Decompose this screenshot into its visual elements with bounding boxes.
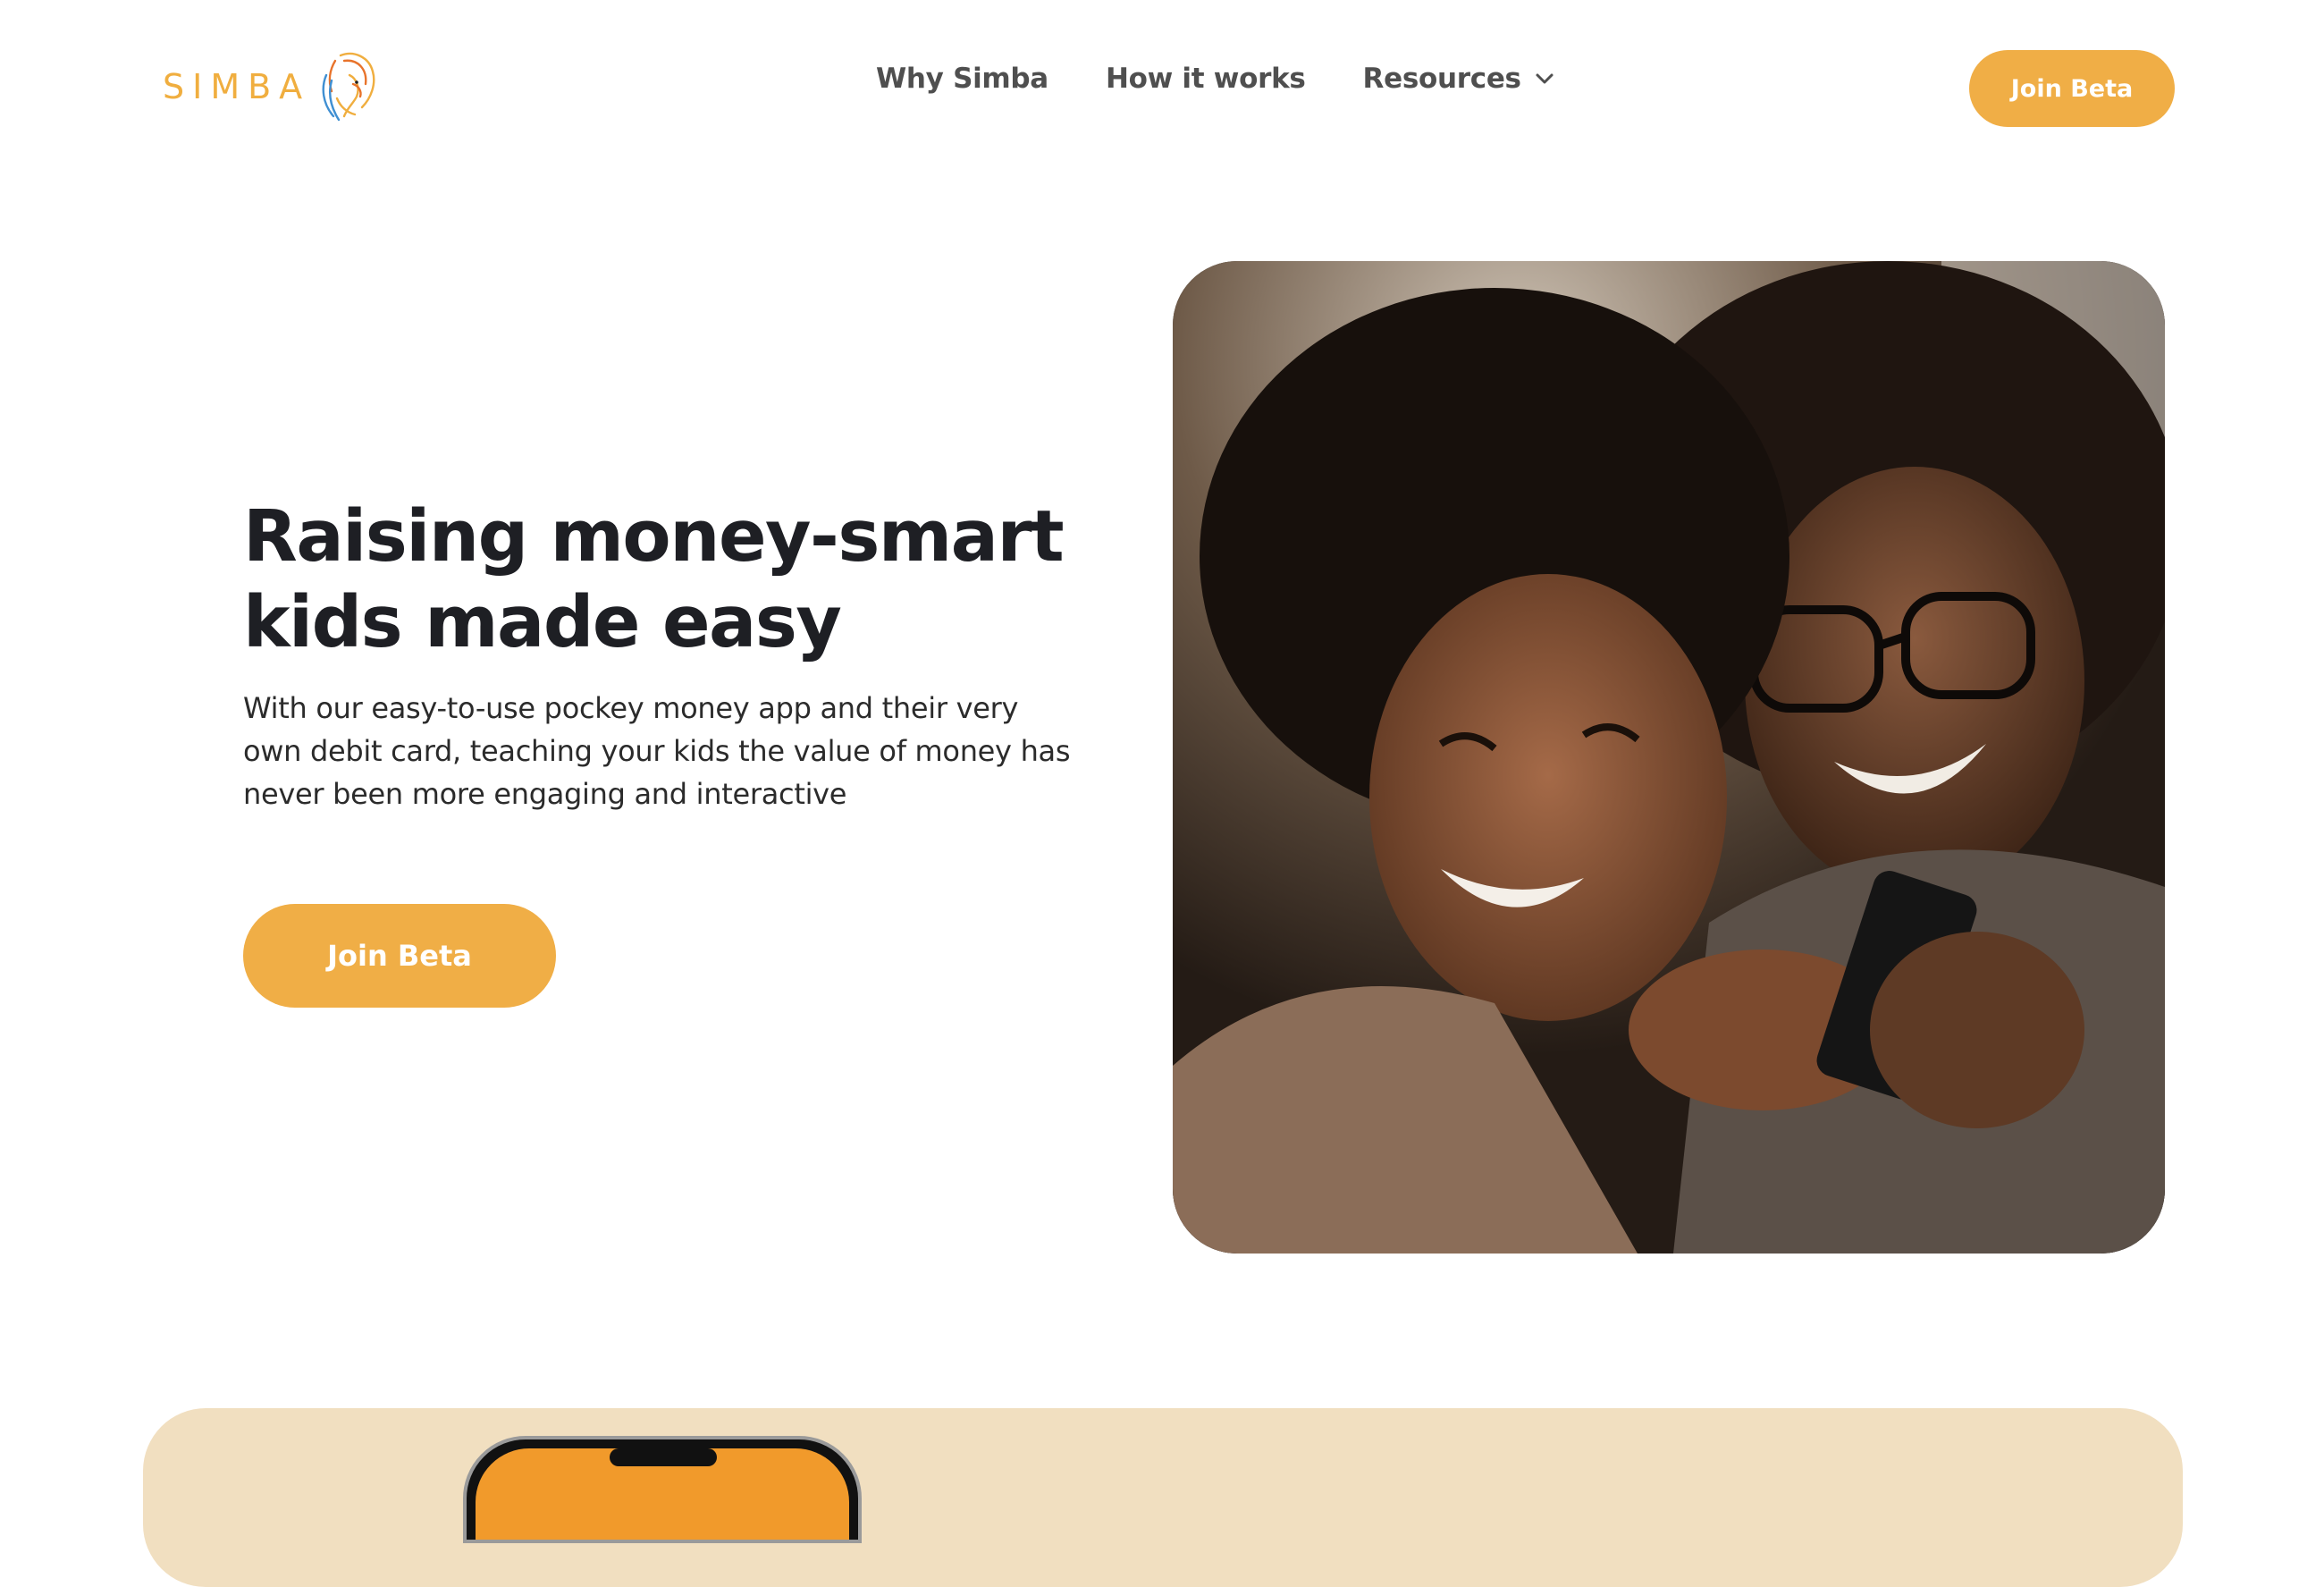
logo-text: SIMBA — [163, 67, 311, 106]
nav-how-it-works[interactable]: How it works — [1106, 63, 1306, 95]
lion-icon — [322, 52, 375, 122]
chevron-down-icon — [1536, 73, 1554, 84]
hero-photo-illustration — [1173, 261, 2165, 1254]
nav-resources[interactable]: Resources — [1363, 63, 1555, 95]
phone-mockup — [463, 1436, 862, 1543]
nav-why-simba[interactable]: Why Simba — [876, 63, 1048, 95]
logo[interactable]: SIMBA — [163, 48, 383, 125]
hero-title: Raising money-smart kids made easy — [243, 495, 1065, 663]
phone-notch — [610, 1448, 717, 1466]
nav-why-simba-label: Why Simba — [876, 63, 1048, 95]
features-section-band — [143, 1408, 2183, 1587]
join-beta-hero-button[interactable]: Join Beta — [243, 904, 556, 1008]
hero-subtitle: With our easy-to-use pockey money app an… — [243, 691, 1071, 811]
hero-photo — [1173, 261, 2165, 1254]
nav-how-it-works-label: How it works — [1105, 63, 1306, 95]
nav-resources-label: Resources — [1362, 63, 1521, 95]
join-beta-header-button[interactable]: Join Beta — [1969, 50, 2175, 127]
main-nav: Why Simba How it works Resources — [876, 63, 1612, 95]
